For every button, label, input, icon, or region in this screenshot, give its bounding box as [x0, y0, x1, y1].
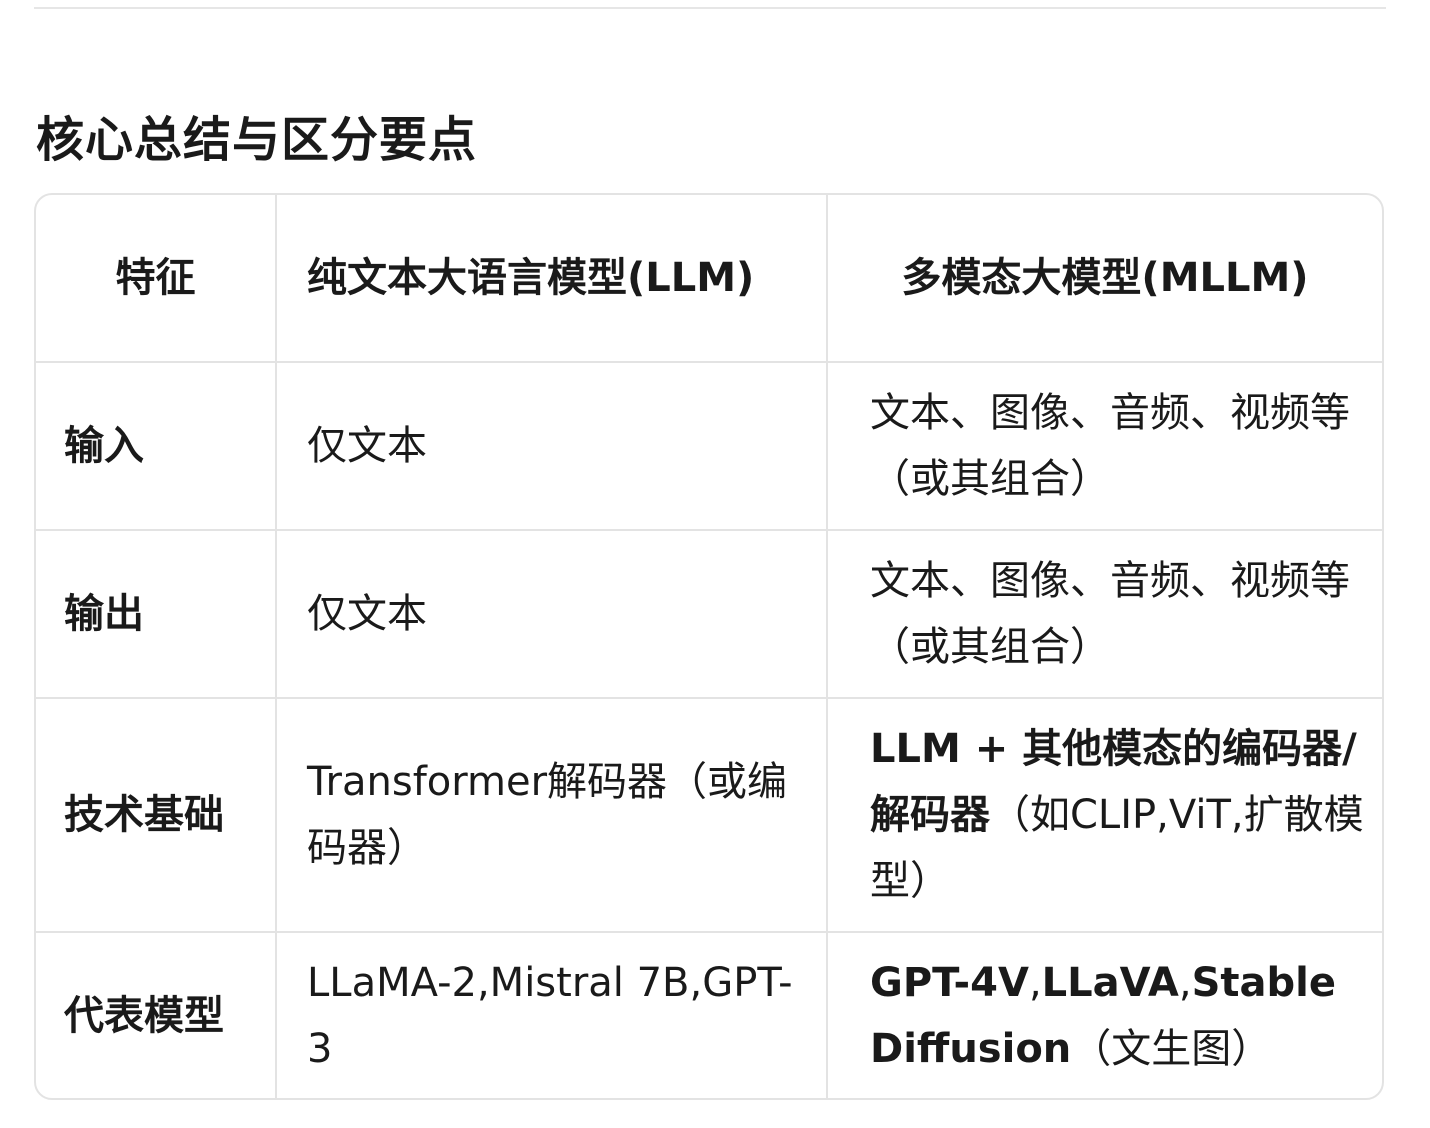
comparison-table: 特征 纯文本大语言模型(LLM) 多模态大模型(MLLM) 输入 仅文本 文本、…	[36, 195, 1382, 1098]
row-mllm-cell: 文本、图像、音频、视频等（或其组合）	[827, 362, 1382, 531]
row-llm-cell: LLaMA-2,Mistral 7B,GPT-3	[276, 932, 828, 1098]
model-name-llava: LLaVA	[1041, 959, 1179, 1006]
header-mllm: 多模态大模型(MLLM)	[827, 195, 1382, 363]
row-mllm-cell: LLM + 其他模态的编码器/解码器（如CLIP,ViT,扩散模型）	[827, 698, 1382, 933]
model-separator: ,	[1028, 959, 1042, 1006]
table-row: 技术基础 Transformer解码器（或编码器） LLM + 其他模态的编码器…	[36, 698, 1382, 933]
row-feature-tech-basis: 技术基础	[36, 698, 277, 933]
row-llm-cell: 仅文本	[276, 362, 828, 531]
row-feature-output: 输出	[36, 530, 277, 699]
table-row: 输入 仅文本 文本、图像、音频、视频等（或其组合）	[36, 362, 1382, 531]
row-feature-input: 输入	[36, 362, 277, 531]
row-llm-cell: Transformer解码器（或编码器）	[276, 698, 828, 933]
model-name-gpt4v: GPT-4V	[870, 959, 1029, 1006]
table-row: 代表模型 LLaMA-2,Mistral 7B,GPT-3 GPT-4V,LLa…	[36, 932, 1382, 1098]
row-mllm-cell: 文本、图像、音频、视频等（或其组合）	[827, 530, 1382, 699]
section-title: 核心总结与区分要点	[36, 111, 478, 168]
header-feature: 特征	[36, 195, 277, 363]
table-row: 输出 仅文本 文本、图像、音频、视频等（或其组合）	[36, 530, 1382, 699]
model-separator: ,	[1178, 959, 1192, 1006]
row-mllm-cell: GPT-4V,LLaVA,Stable Diffusion（文生图）	[827, 932, 1382, 1098]
table-header-row: 特征 纯文本大语言模型(LLM) 多模态大模型(MLLM)	[36, 195, 1382, 363]
row-llm-cell: 仅文本	[276, 530, 828, 699]
model-note: （文生图）	[1071, 1025, 1272, 1072]
top-divider	[34, 7, 1386, 9]
row-feature-models: 代表模型	[36, 932, 277, 1098]
header-llm: 纯文本大语言模型(LLM)	[276, 195, 828, 363]
comparison-table-container: 特征 纯文本大语言模型(LLM) 多模态大模型(MLLM) 输入 仅文本 文本、…	[34, 193, 1384, 1100]
